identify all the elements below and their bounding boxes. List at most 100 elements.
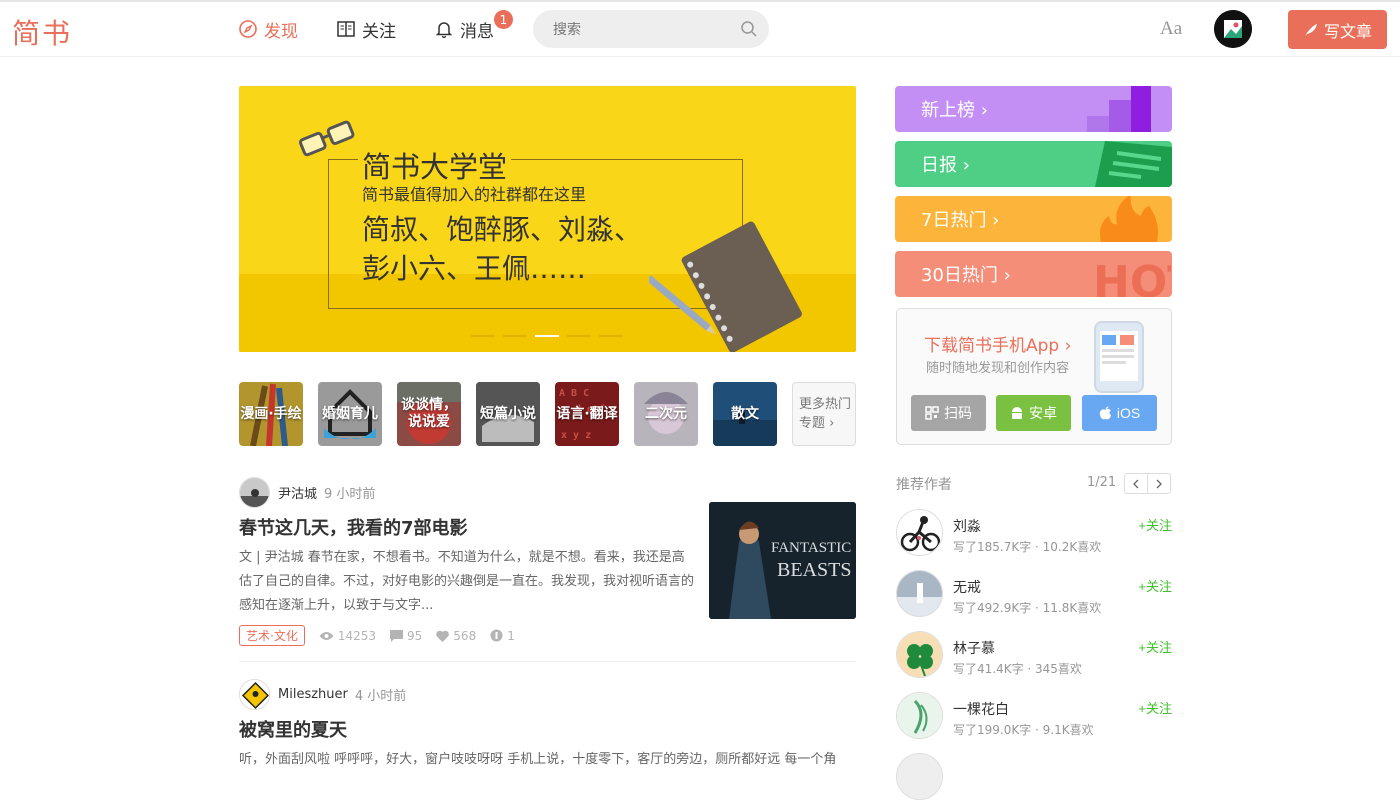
topic-translation[interactable]: A B Cd e fx y z 语言·翻译 (555, 382, 619, 446)
topic-more-line1: 更多热门 (799, 397, 852, 412)
topic-more-label: 更多热门 专题 › (799, 395, 851, 433)
avatar-image (897, 754, 942, 799)
bar-chart-icon (1087, 86, 1151, 132)
app-download-title[interactable]: 下载简书手机App › (924, 331, 1071, 356)
follow-button[interactable]: +关注 (1138, 637, 1172, 656)
recommend-author[interactable]: 无戒 写了492.9K字 · 11.8K喜欢 +关注 (896, 570, 1172, 618)
carousel-dot[interactable] (503, 335, 527, 337)
follow-button[interactable]: +关注 (1138, 698, 1172, 717)
article-meta: Mileszhuer 4 小时前 (239, 678, 856, 710)
topic-parenting[interactable]: 婚姻育儿 (318, 382, 382, 446)
article-thumbnail[interactable]: FANTASTIC BEASTS (709, 502, 856, 619)
recommend-author-name[interactable]: 一棵花白 (953, 699, 1009, 719)
carousel-dot[interactable] (471, 335, 495, 337)
topic-anime[interactable]: 二次元 (634, 382, 698, 446)
search-input[interactable] (533, 10, 769, 48)
nav-follow[interactable]: 关注 (336, 16, 396, 42)
write-article-button[interactable]: 写文章 (1288, 10, 1387, 49)
nav-messages[interactable]: 消息 1 (434, 10, 513, 42)
app-download-card[interactable]: 下载简书手机App › 随时随地发现和创作内容 扫码 安卓 iOS (896, 308, 1172, 445)
follow-button[interactable]: +关注 (1138, 576, 1172, 595)
article-abstract: 文 | 尹沽城 春节在家，不想看书。不知道为什么，就是不想。看来，我还是高估了自… (239, 550, 695, 613)
author-avatar[interactable] (239, 476, 270, 508)
topic-label: 语言·翻译 (556, 405, 618, 422)
board-7day-hot[interactable]: 7日热门 › (895, 196, 1172, 242)
recommend-author[interactable]: 刘淼 写了185.7K字 · 10.2K喜欢 +关注 (896, 509, 1172, 557)
recommend-author-name[interactable]: 刘淼 (953, 516, 981, 536)
board-new-rank[interactable]: 新上榜 › (895, 86, 1172, 132)
comments-stat[interactable]: 95 (390, 629, 422, 643)
publish-time: 9 小时前 (324, 486, 376, 502)
rewards-stat: 1 (490, 629, 515, 643)
article-item[interactable]: Mileszhuer 4 小时前 被窝里的夏天 听，外面刮风啦 呼呼呼，好大，窗… (239, 678, 856, 768)
topic-label: 漫画·手绘 (240, 405, 302, 422)
svg-text:x y z: x y z (561, 430, 591, 441)
bell-icon (435, 22, 453, 39)
author-name[interactable]: 尹沽城 (278, 483, 317, 502)
avatar-image (897, 693, 942, 738)
banner-carousel[interactable]: 简书大学堂 简书最值得加入的社群都在这里 简叔、饱醉豚、刘淼、 彭小六、王佩…… (239, 86, 856, 352)
hot-topics: 漫画·手绘 婚姻育儿 谈谈情，说说爱 短篇小说 A B Cd e fx y z … (239, 382, 856, 446)
topic-label: 短篇小说 (480, 405, 536, 422)
carousel-dot[interactable] (567, 335, 591, 337)
board-daily[interactable]: 日报 › (895, 141, 1172, 187)
android-label: 安卓 (1029, 405, 1057, 421)
carousel-dot[interactable] (599, 335, 623, 337)
recommend-author-stats: 写了199.0K字 · 9.1K喜欢 (953, 723, 1094, 737)
rewards-count: 1 (507, 628, 515, 643)
topic-comic[interactable]: 漫画·手绘 (239, 382, 303, 446)
nav-discover-label: 发现 (264, 21, 298, 42)
user-avatar[interactable] (1214, 10, 1252, 48)
hot-icon: HOT (1093, 257, 1171, 297)
coin-icon (490, 629, 503, 642)
article-item[interactable]: 尹沽城 9 小时前 春节这几天，我看的7部电影 文 | 尹沽城 春节在家，不想看… (239, 476, 856, 662)
recommend-author-avatar[interactable] (896, 570, 943, 617)
banner-names-line2: 彭小六、王佩…… (362, 252, 587, 285)
author-avatar[interactable] (239, 678, 270, 710)
board-label: 日报 › (921, 155, 970, 176)
recommend-author-name[interactable]: 无戒 (953, 577, 981, 597)
font-toggle[interactable]: Aa (1160, 18, 1182, 40)
recommend-author[interactable]: 一棵花白 写了199.0K字 · 9.1K喜欢 +关注 (896, 692, 1172, 740)
logo[interactable]: 简书 (12, 12, 72, 52)
recommend-author-avatar[interactable] (896, 631, 943, 678)
scan-qrcode-button[interactable]: 扫码 (911, 395, 986, 431)
collection-tag[interactable]: 艺术·文化 (239, 625, 305, 646)
recommend-author-name[interactable]: 林子慕 (953, 638, 995, 658)
avatar-image (1214, 10, 1252, 48)
recommend-author-avatar[interactable] (896, 692, 943, 739)
carousel-dot-active[interactable] (535, 335, 559, 337)
thumbnail-text-1: FANTASTIC (771, 540, 851, 556)
recommend-author-stats: 写了492.9K字 · 11.8K喜欢 (953, 601, 1102, 615)
app-download-subtitle: 随时随地发现和创作内容 (926, 361, 1070, 376)
write-article-label: 写文章 (1323, 23, 1372, 41)
recommend-author-avatar[interactable] (896, 509, 943, 556)
topic-more[interactable]: 更多热门 专题 › (792, 382, 856, 446)
nav-messages-label: 消息 (460, 21, 494, 42)
android-download-button[interactable]: 安卓 (996, 395, 1071, 431)
ios-download-button[interactable]: iOS (1082, 395, 1157, 431)
avatar-image (240, 679, 269, 709)
phone-screen (1100, 331, 1138, 381)
recommend-author-stats: 写了185.7K字 · 10.2K喜欢 (953, 540, 1102, 554)
comments-count: 95 (407, 628, 423, 643)
follow-button[interactable]: +关注 (1138, 515, 1172, 534)
recommend-next-button[interactable] (1147, 473, 1171, 494)
avatar-image (897, 510, 942, 555)
article-title[interactable]: 被窝里的夏天 (239, 718, 856, 744)
banner-names: 简叔、饱醉豚、刘淼、 彭小六、王佩…… (362, 210, 682, 288)
topic-essay[interactable]: 散文 (713, 382, 777, 446)
topic-love[interactable]: 谈谈情，说说爱 (397, 382, 461, 446)
avatar-image (897, 632, 942, 677)
recommend-author[interactable]: 林子慕 写了41.4K字 · 345喜欢 +关注 (896, 631, 1172, 679)
recommend-prev-button[interactable] (1124, 473, 1148, 494)
recommend-author-avatar[interactable] (896, 753, 943, 800)
nav-discover[interactable]: 发现 (238, 16, 298, 42)
comment-icon (390, 629, 404, 642)
author-name[interactable]: Mileszhuer (278, 687, 348, 702)
search-icon[interactable] (740, 20, 758, 38)
topic-short-story[interactable]: 短篇小说 (476, 382, 540, 446)
recommend-author[interactable] (896, 753, 1172, 801)
board-30day-hot[interactable]: HOT 30日热门 › (895, 251, 1172, 297)
views-stat: 14253 (319, 629, 376, 643)
